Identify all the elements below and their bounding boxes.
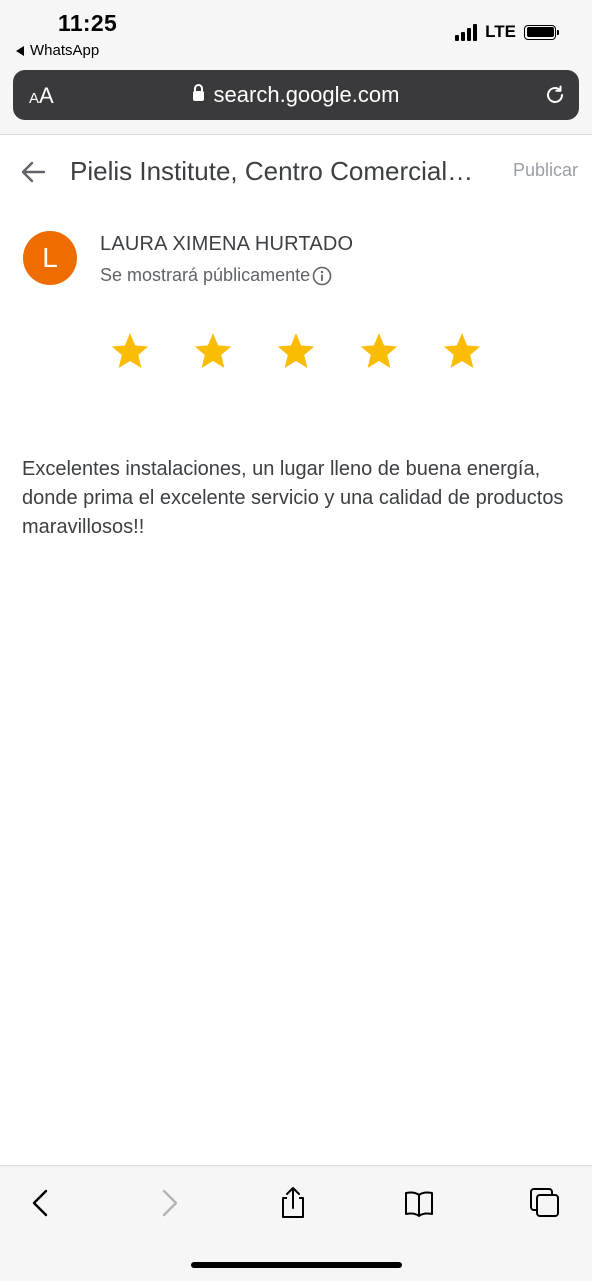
star-rating <box>0 330 592 374</box>
place-title: Pielis Institute, Centro Comercial… <box>70 156 474 186</box>
address-bar[interactable]: AA search.google.com <box>13 70 579 120</box>
review-text-field[interactable]: Excelentes instalaciones, un lugar lleno… <box>22 455 577 542</box>
status-indicators: LTE <box>455 22 559 42</box>
star-2-icon[interactable] <box>192 330 234 372</box>
avatar: L <box>23 231 77 285</box>
star-1-icon[interactable] <box>109 330 151 372</box>
star-5-icon[interactable] <box>441 330 483 372</box>
bookmarks-icon[interactable] <box>402 1186 436 1220</box>
back-to-app-link[interactable]: WhatsApp <box>16 42 99 59</box>
back-icon[interactable] <box>24 1186 58 1220</box>
reload-icon[interactable] <box>543 83 567 107</box>
back-app-label: WhatsApp <box>30 42 100 59</box>
publish-button[interactable]: Publicar <box>513 160 578 181</box>
url-text: search.google.com <box>213 82 400 107</box>
status-time: 11:25 <box>58 10 118 36</box>
forward-icon[interactable] <box>152 1186 186 1220</box>
battery-icon <box>524 24 559 40</box>
star-4-icon[interactable] <box>358 330 400 372</box>
url-display[interactable]: search.google.com <box>13 82 579 108</box>
network-label: LTE <box>485 22 516 41</box>
user-name: LAURA XIMENA HURTADO <box>100 233 354 255</box>
tabs-icon[interactable] <box>528 1186 562 1220</box>
visibility-note: Se mostrará públicamente <box>100 265 332 286</box>
info-icon[interactable] <box>312 266 332 286</box>
browser-toolbar <box>0 1165 592 1281</box>
lock-icon <box>192 84 204 101</box>
review-header: Pielis Institute, Centro Comercial… Publ… <box>0 135 592 207</box>
home-indicator[interactable] <box>191 1262 402 1268</box>
browser-top-bar: 11:25 WhatsApp LTE AA search.google.com <box>0 0 592 135</box>
visibility-note-text: Se mostrará públicamente <box>100 265 311 285</box>
share-icon[interactable] <box>276 1186 310 1220</box>
signal-icon <box>455 23 478 41</box>
star-3-icon[interactable] <box>275 330 317 372</box>
back-arrow-icon[interactable] <box>20 159 46 185</box>
back-triangle-icon <box>16 45 24 56</box>
